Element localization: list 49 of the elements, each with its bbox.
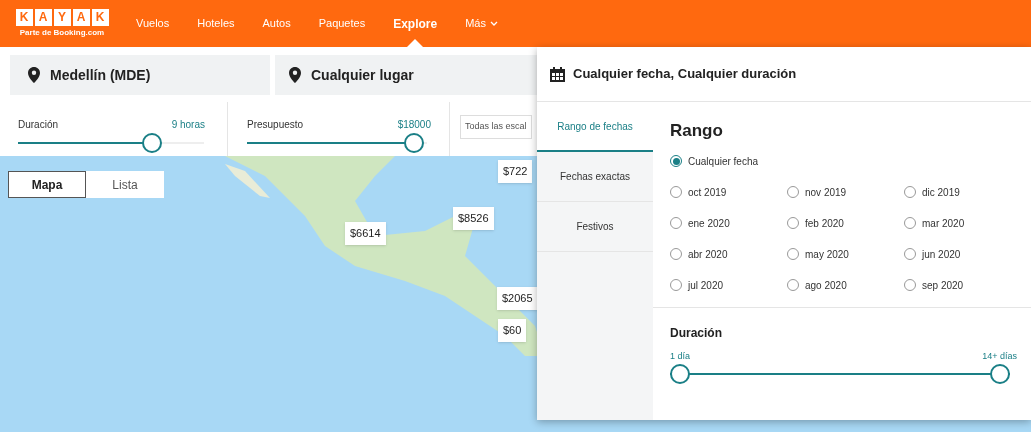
destination-field[interactable]: Cualquier lugar (275, 55, 537, 95)
radio-label: mar 2020 (922, 216, 965, 231)
price-pin[interactable]: $2065 (497, 287, 538, 310)
radio-label: nov 2019 (805, 185, 847, 200)
logo-letter: K (91, 8, 109, 26)
radio-label: feb 2020 (805, 216, 844, 231)
slider-thumb[interactable] (990, 364, 1010, 384)
price-pin[interactable]: $6614 (345, 222, 386, 245)
radio-label: oct 2019 (688, 185, 727, 200)
stops-dropdown[interactable]: Todas las escal (460, 115, 532, 139)
logo-letter: K (15, 8, 33, 26)
radio-label: ene 2020 (688, 216, 730, 231)
origin-field[interactable]: Medellín (MDE) (10, 55, 270, 95)
calendar-icon (550, 66, 565, 82)
radio-label: dic 2019 (922, 185, 960, 200)
price-pin[interactable]: $60 (498, 319, 527, 342)
date-tab[interactable]: Fechas exactas (537, 152, 653, 202)
logo-letter: A (34, 8, 52, 26)
chevron-down-icon (489, 21, 498, 26)
radio-label: jul 2020 (688, 278, 724, 293)
location-pin-icon (289, 67, 301, 83)
duration-reading: 9 horas (171, 118, 205, 132)
max-duration-label: 14+ días (982, 349, 1017, 363)
date-tab[interactable]: Festivos (537, 202, 653, 252)
slider-thumb[interactable] (670, 364, 690, 384)
radio-label: ago 2020 (805, 278, 847, 293)
location-pin-icon (28, 67, 40, 83)
radio-label: may 2020 (805, 247, 849, 262)
logo-letter: A (72, 8, 90, 26)
view-toggle-tab[interactable]: Mapa (8, 171, 86, 198)
date-tab[interactable]: Rango de fechas (537, 102, 653, 152)
budget-label: Presupuesto (247, 118, 304, 132)
duration-label: Duración (18, 118, 59, 132)
slider-thumb[interactable] (404, 133, 425, 153)
radio-label: Cualquier fecha (688, 154, 759, 169)
range-heading: Rango (670, 120, 724, 142)
duration-heading: Duración (670, 324, 723, 342)
radio-label: jun 2020 (922, 247, 961, 262)
slider-thumb[interactable] (141, 133, 162, 153)
radio-label: sep 2020 (922, 278, 964, 293)
budget-reading: $18000 (397, 118, 431, 132)
price-pin[interactable]: $722 (498, 160, 533, 183)
price-pin[interactable]: $8526 (453, 207, 494, 230)
min-duration-label: 1 día (670, 349, 691, 363)
panel-title: Cualquier fecha, Cualquier duración (573, 65, 797, 84)
view-toggle-tab[interactable]: Lista (86, 171, 164, 198)
logo-tagline: Parte de Booking.com (19, 26, 105, 39)
radio-label: abr 2020 (688, 247, 728, 262)
logo-letter: Y (53, 8, 71, 26)
